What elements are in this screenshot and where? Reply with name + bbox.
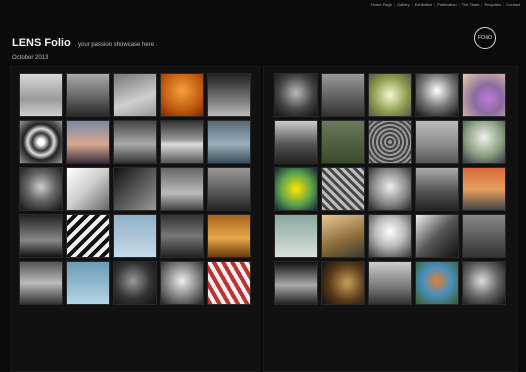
kingfisher-photo[interactable] xyxy=(415,261,459,305)
bay-photo[interactable] xyxy=(19,261,63,305)
hills-photo[interactable] xyxy=(207,167,251,211)
gallery-panel-right xyxy=(263,66,518,372)
white-curve-photo[interactable] xyxy=(66,167,110,211)
glass-roof-photo[interactable] xyxy=(321,167,365,211)
neon-green-photo[interactable] xyxy=(274,167,318,211)
nav-separator: | xyxy=(393,2,395,7)
stripes-photo[interactable] xyxy=(66,214,110,258)
blue-shore-photo[interactable] xyxy=(207,120,251,164)
blonde-portrait-photo[interactable] xyxy=(368,167,412,211)
site-branding: LENS Folio . your passion showcase here … xyxy=(12,37,157,49)
old-man-photo[interactable] xyxy=(274,73,318,117)
pier-photo[interactable] xyxy=(113,73,157,117)
rock-sea-photo[interactable] xyxy=(66,73,110,117)
nav-separator: | xyxy=(458,2,460,7)
saxophone-photo[interactable] xyxy=(321,261,365,305)
tree-orange-photo[interactable] xyxy=(160,73,204,117)
diagonal-wall-photo[interactable] xyxy=(415,214,459,258)
couple-photo[interactable] xyxy=(321,73,365,117)
gallery-panel-left xyxy=(10,66,260,372)
stork-photo[interactable] xyxy=(113,214,157,258)
thumbnail-grid-right xyxy=(274,73,506,305)
birds-photo[interactable] xyxy=(19,73,63,117)
gold-sea-photo[interactable] xyxy=(207,214,251,258)
machine-photo[interactable] xyxy=(415,167,459,211)
lighthouse-photo[interactable] xyxy=(160,167,204,211)
bridge-ruins-photo[interactable] xyxy=(368,261,412,305)
nav-link-home-page[interactable]: Home Page xyxy=(371,2,392,7)
nav-separator: | xyxy=(434,2,436,7)
issue-date: October 2013 xyxy=(12,55,49,61)
storm-sea-photo[interactable] xyxy=(160,120,204,164)
city-night-photo[interactable] xyxy=(19,214,63,258)
red-building-photo[interactable] xyxy=(207,261,251,305)
mono-dock-photo[interactable] xyxy=(274,120,318,164)
nav-link-enquiries[interactable]: Enquiries xyxy=(484,2,501,7)
top-navigation: Home Page | Gallery | Exhibition | Publication… xyxy=(371,2,520,7)
site-title[interactable]: LENS Folio xyxy=(12,37,71,49)
dark-dunes-photo[interactable] xyxy=(113,167,157,211)
tree-field-photo[interactable] xyxy=(321,120,365,164)
woman-face-photo[interactable] xyxy=(368,214,412,258)
sunset-lake-photo[interactable] xyxy=(66,120,110,164)
nav-separator: | xyxy=(503,2,505,7)
tower-photo[interactable] xyxy=(368,73,412,117)
bright-sky-photo[interactable] xyxy=(415,73,459,117)
site-tagline: . your passion showcase here . xyxy=(74,42,158,48)
winter-bench-photo[interactable] xyxy=(415,120,459,164)
spiral-photo[interactable] xyxy=(19,120,63,164)
thistle-photo[interactable] xyxy=(462,73,506,117)
eagle-photo[interactable] xyxy=(462,261,506,305)
nav-separator: | xyxy=(411,2,413,7)
logo-text: FOliO xyxy=(477,35,493,41)
fog-trees-photo[interactable] xyxy=(113,120,157,164)
red-bridge-photo[interactable] xyxy=(462,167,506,211)
nav-link-contact[interactable]: Contact xyxy=(506,2,520,7)
chain-photo[interactable] xyxy=(462,214,506,258)
clouds-photo[interactable] xyxy=(274,261,318,305)
dandelion-photo[interactable] xyxy=(462,120,506,164)
nav-link-exhibition[interactable]: Exhibition xyxy=(415,2,432,7)
tern-photo[interactable] xyxy=(274,214,318,258)
crowd-photo[interactable] xyxy=(368,120,412,164)
girl-portrait-photo[interactable] xyxy=(19,167,63,211)
headwrap-portrait-photo[interactable] xyxy=(160,261,204,305)
folio-logo-icon[interactable]: FOliO xyxy=(474,27,496,49)
nav-link-the-team[interactable]: The Team xyxy=(462,2,480,7)
hand-portrait-photo[interactable] xyxy=(113,261,157,305)
white-bird-photo[interactable] xyxy=(66,261,110,305)
nav-separator: | xyxy=(481,2,483,7)
sand-shore-photo[interactable] xyxy=(321,214,365,258)
nav-link-gallery[interactable]: Gallery xyxy=(397,2,410,7)
thumbnail-grid-left xyxy=(19,73,251,305)
dark-window-photo[interactable] xyxy=(160,214,204,258)
coast-photo[interactable] xyxy=(207,73,251,117)
nav-link-publication[interactable]: Publication xyxy=(437,2,457,7)
